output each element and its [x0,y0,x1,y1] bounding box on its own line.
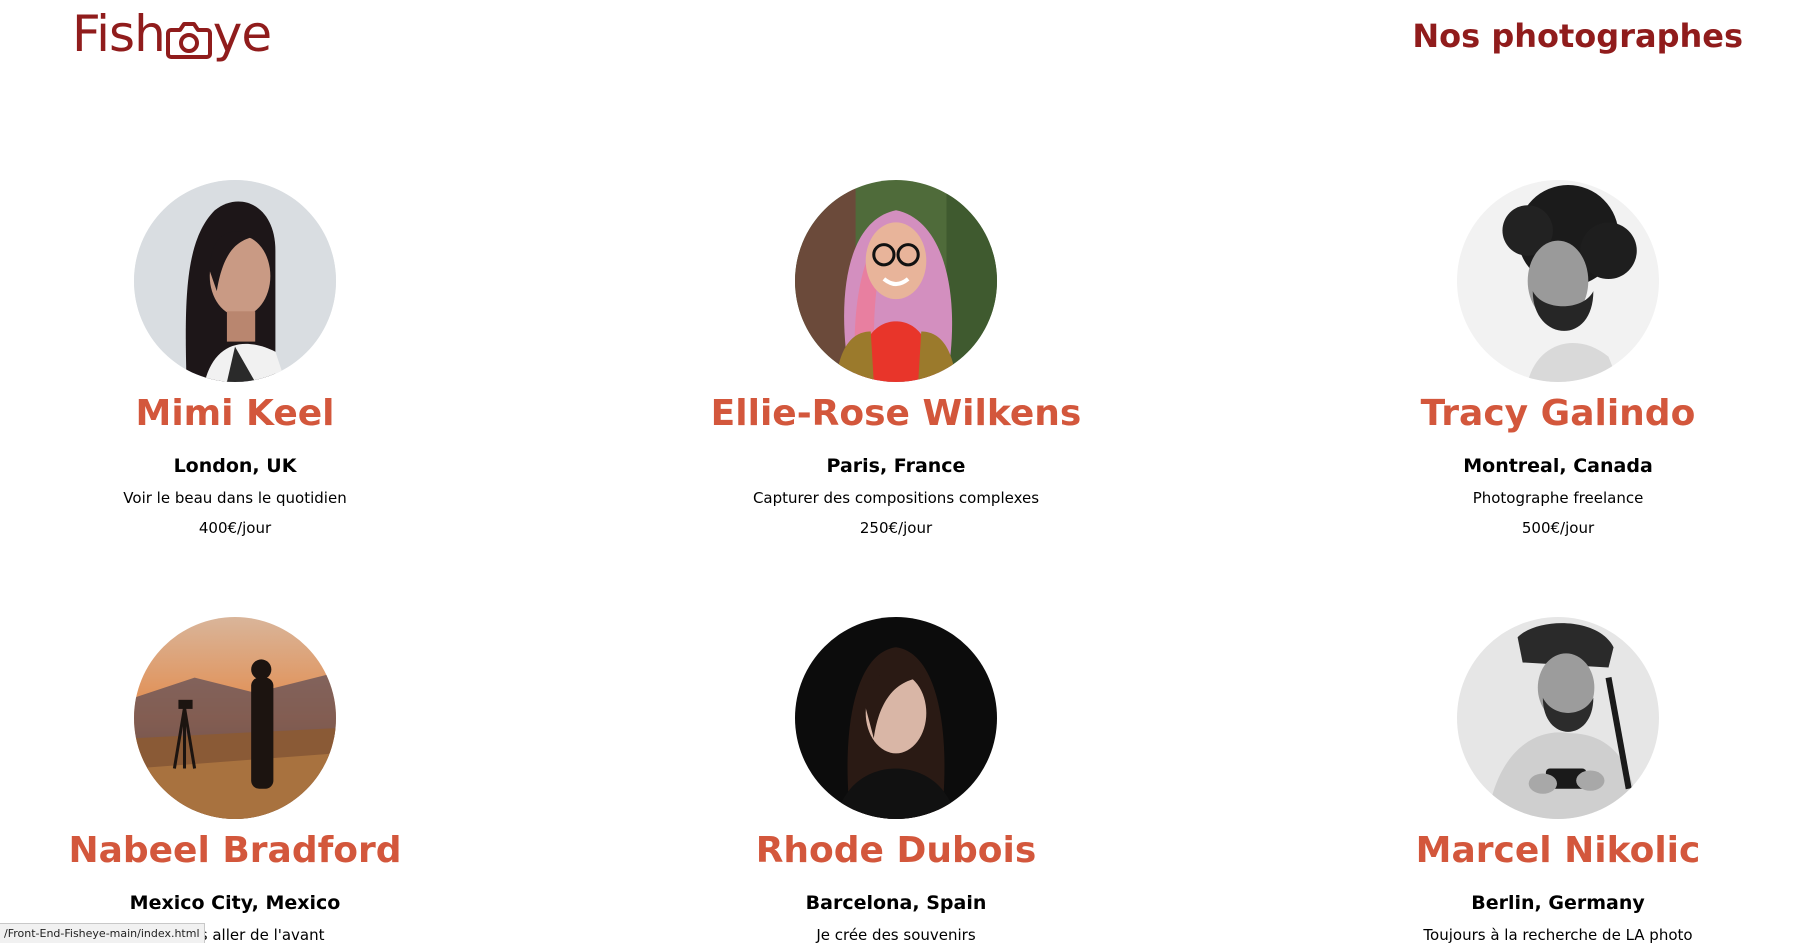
photographer-card: Mimi Keel London, UK Voir le beau dans l… [5,180,465,538]
photographer-tagline: Capturer des compositions complexes [752,489,1040,507]
photographer-card: Tracy Galindo Montreal, Canada Photograp… [1328,180,1788,538]
photographer-name: Nabeel Bradford [68,830,402,871]
browser-status-bar: /Front-End-Fisheye-main/index.html [0,923,205,943]
photographer-tagline: Photographe freelance [1472,489,1644,507]
photographer-portrait-link[interactable] [1457,617,1659,819]
photographer-location: Mexico City, Mexico [129,892,341,914]
portrait-photo [1457,617,1659,819]
photographer-location: Montreal, Canada [1463,455,1653,477]
photographer-card: Marcel Nikolic Berlin, Germany Toujours … [1328,617,1788,943]
portrait-photo [1457,180,1659,382]
fisheye-logo[interactable]: Fish ye [72,5,272,63]
photographer-name: Marcel Nikolic [1415,830,1701,871]
photographer-tagline: Toujours à la recherche de LA photo [1423,926,1693,943]
photographer-tagline: Je crée des souvenirs [816,926,976,943]
logo-text-left: Fish [72,5,166,63]
photographer-location: Berlin, Germany [1471,892,1645,914]
photographer-portrait-link[interactable] [134,180,336,382]
portrait-photo [134,617,336,819]
logo-text-right: ye [212,5,272,63]
camera-icon [165,15,212,59]
photographer-name: Rhode Dubois [755,830,1037,871]
photographer-name: Tracy Galindo [1420,393,1696,434]
page-title: Nos photographes [1412,17,1743,55]
portrait-photo [795,617,997,819]
photographer-portrait-link[interactable] [134,617,336,819]
photographer-location: London, UK [173,455,297,477]
photographer-card: Nabeel Bradford Mexico City, Mexico Touj… [5,617,465,943]
photographer-portrait-link[interactable] [1457,180,1659,382]
site-header: Fish ye Nos photographes [0,0,1793,80]
photographer-portrait-link[interactable] [795,180,997,382]
portrait-photo [795,180,997,382]
photographer-name: Ellie-Rose Wilkens [710,393,1082,434]
portrait-photo [134,180,336,382]
photographer-location: Paris, France [826,455,966,477]
photographer-card: Rhode Dubois Barcelona, Spain Je crée de… [666,617,1126,943]
photographer-price: 250€/jour [859,519,933,537]
photographer-price: 500€/jour [1521,519,1595,537]
photographer-location: Barcelona, Spain [805,892,987,914]
photographer-card: Ellie-Rose Wilkens Paris, France Capture… [666,180,1126,538]
photographer-tagline: Voir le beau dans le quotidien [123,489,347,507]
photographer-price: 400€/jour [198,519,272,537]
photographer-name: Mimi Keel [135,393,335,434]
photographer-portrait-link[interactable] [795,617,997,819]
